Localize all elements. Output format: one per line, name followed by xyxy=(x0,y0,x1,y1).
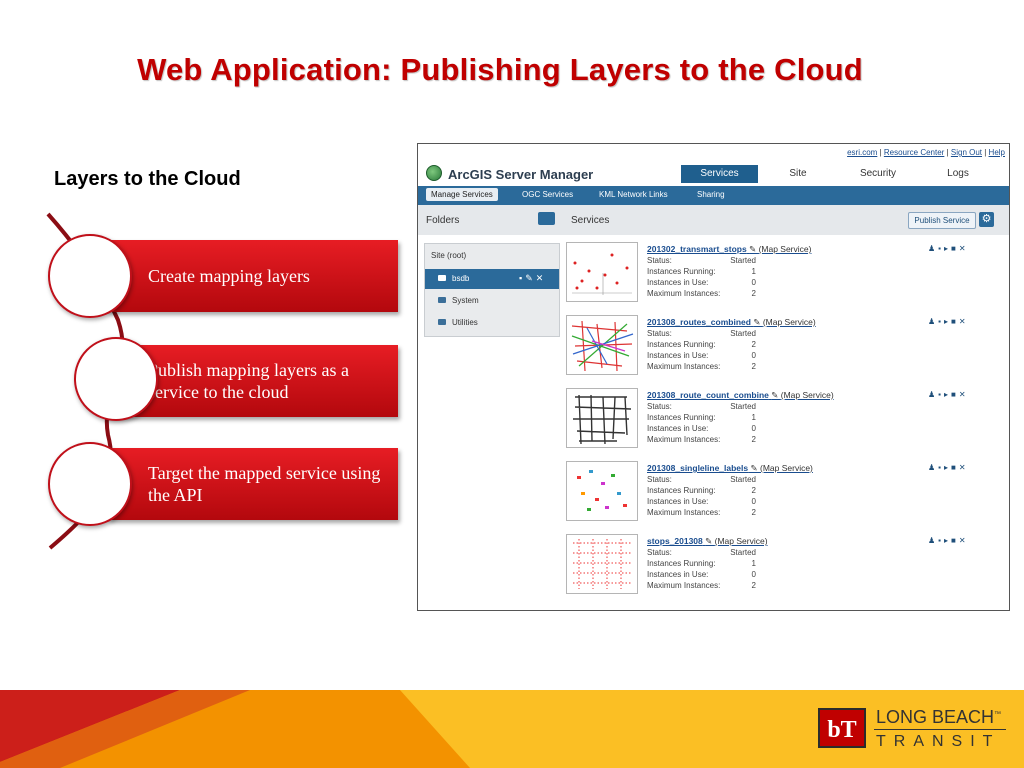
arcgis-server-manager-screenshot: esri.com | Resource Center | Sign Out | … xyxy=(417,143,1010,611)
service-thumbnail[interactable] xyxy=(566,534,638,594)
footer-graphic xyxy=(0,690,1024,768)
folders-heading: Folders xyxy=(426,215,460,226)
folder-icon xyxy=(438,297,446,303)
service-action-icons[interactable]: ♟▪▸■✕ xyxy=(928,463,969,472)
toolbar: Folders Services Publish Service ⚙ xyxy=(418,205,1009,235)
step-3-circle xyxy=(48,442,132,526)
services-heading: Services xyxy=(571,215,610,226)
step-2-label: Publish mapping layers as a service to t… xyxy=(148,360,349,402)
subnav-manage-services[interactable]: Manage Services xyxy=(426,188,498,201)
service-thumbnail[interactable] xyxy=(566,388,638,448)
new-folder-icon[interactable] xyxy=(538,212,555,225)
service-row: 201308_route_count_combine ✎ (Map Servic… xyxy=(564,388,1009,458)
folder-tree: Site (root) bsdb ▪✎✕ System Utilities xyxy=(424,243,560,337)
service-row: 201302_transmart_stops ✎ (Map Service) S… xyxy=(564,242,1009,312)
service-row: 201308_routes_combined ✎ (Map Service) S… xyxy=(564,315,1009,385)
service-name-link[interactable]: stops_201308 ✎ (Map Service) xyxy=(647,536,768,547)
nav-site[interactable]: Site xyxy=(763,165,833,183)
esri-link[interactable]: esri.com xyxy=(847,148,877,157)
nav-services[interactable]: Services xyxy=(681,165,758,183)
folder-icon xyxy=(438,275,446,281)
service-status: Started xyxy=(730,402,756,411)
gear-icon[interactable]: ⚙ xyxy=(979,212,994,227)
map-thumbnail-labels xyxy=(577,470,627,511)
service-name-link[interactable]: 201308_route_count_combine ✎ (Map Servic… xyxy=(647,390,834,401)
subnav-ogc-services[interactable]: OGC Services xyxy=(522,190,573,199)
step-1-circle xyxy=(48,234,132,318)
publish-service-button[interactable]: Publish Service xyxy=(908,212,976,229)
folder-bsdb[interactable]: bsdb ▪✎✕ xyxy=(425,269,559,289)
service-action-icons[interactable]: ♟▪▸■✕ xyxy=(928,390,969,399)
service-row: stops_201308 ✎ (Map Service) Status: Ins… xyxy=(564,534,1009,604)
service-name-link[interactable]: 201308_singleline_labels ✎ (Map Service) xyxy=(647,463,813,474)
subnav-kml-network-links[interactable]: KML Network Links xyxy=(599,190,668,199)
subnav-sharing[interactable]: Sharing xyxy=(697,190,725,199)
folder-utilities[interactable]: Utilities xyxy=(425,313,559,333)
step-2-circle xyxy=(74,337,158,421)
map-thumbnail-stops xyxy=(572,253,632,295)
map-thumbnail-route-count xyxy=(573,394,632,445)
step-1-label: Create mapping layers xyxy=(148,266,310,286)
long-beach-transit-logo: bT xyxy=(818,708,866,748)
service-status: Started xyxy=(730,548,756,557)
service-status: Started xyxy=(730,256,756,265)
logo-text-long-beach: LONG BEACH™ xyxy=(876,707,1002,727)
help-link[interactable]: Help xyxy=(989,148,1005,157)
footer-band xyxy=(0,690,1024,768)
service-thumbnail[interactable] xyxy=(566,315,638,375)
nav-logs[interactable]: Logs xyxy=(923,165,993,183)
step-1-bar: Create mapping layers xyxy=(108,240,398,312)
service-name-link[interactable]: 201302_transmart_stops ✎ (Map Service) xyxy=(647,244,811,255)
service-status: Started xyxy=(730,329,756,338)
service-row: 201308_singleline_labels ✎ (Map Service)… xyxy=(564,461,1009,531)
sub-navigation: Manage Services OGC Services KML Network… xyxy=(418,186,1009,205)
folder-system[interactable]: System xyxy=(425,291,559,311)
folder-actions-icons[interactable]: ▪✎✕ xyxy=(519,273,546,284)
map-thumbnail-stops-grid xyxy=(573,539,631,589)
nav-security[interactable]: Security xyxy=(843,165,913,183)
service-action-icons[interactable]: ♟▪▸■✕ xyxy=(928,536,969,545)
service-thumbnail[interactable] xyxy=(566,461,638,521)
sign-out-link[interactable]: Sign Out xyxy=(951,148,982,157)
logo-divider xyxy=(874,729,1006,730)
step-3-label: Target the mapped service using the API xyxy=(148,463,381,505)
service-status: Started xyxy=(730,475,756,484)
folder-icon xyxy=(438,319,446,325)
slide-title: Web Application: Publishing Layers to th… xyxy=(137,52,863,87)
app-title: ArcGIS Server Manager xyxy=(448,167,594,182)
logo-text-transit: TRANSIT xyxy=(876,733,1001,750)
service-thumbnail[interactable] xyxy=(566,242,638,302)
folder-site-root[interactable]: Site (root) xyxy=(425,246,559,266)
step-3-bar: Target the mapped service using the API xyxy=(108,448,398,520)
globe-icon xyxy=(426,165,442,181)
slide-subtitle: Layers to the Cloud xyxy=(54,168,241,190)
service-action-icons[interactable]: ♟▪▸■✕ xyxy=(928,244,969,253)
map-thumbnail-routes xyxy=(571,320,634,372)
service-action-icons[interactable]: ♟▪▸■✕ xyxy=(928,317,969,326)
resource-center-link[interactable]: Resource Center xyxy=(884,148,944,157)
service-name-link[interactable]: 201308_routes_combined ✎ (Map Service) xyxy=(647,317,816,328)
top-links: esri.com | Resource Center | Sign Out | … xyxy=(847,148,1005,157)
